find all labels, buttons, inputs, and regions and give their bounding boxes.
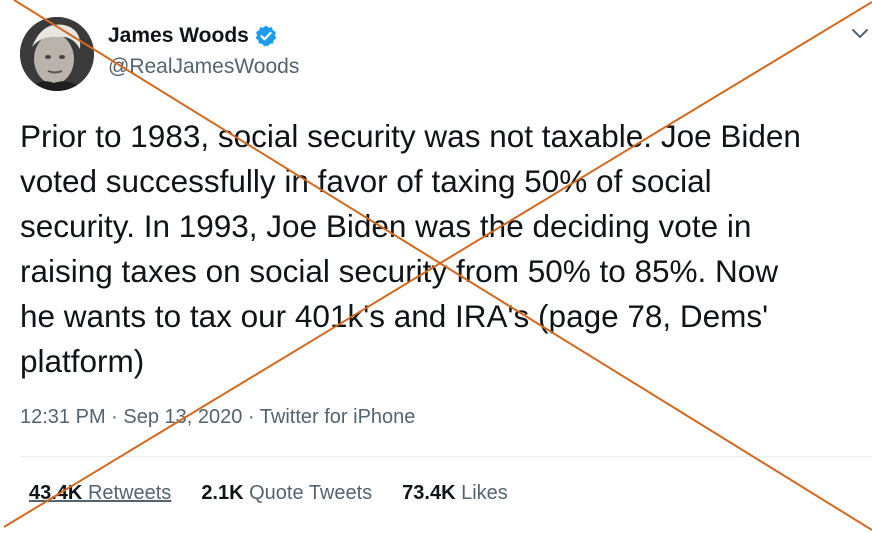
avatar[interactable] [20, 17, 94, 91]
verified-badge-icon [254, 24, 278, 48]
tweet-text: Prior to 1983, social security was not t… [20, 118, 801, 379]
tweet-card: James Woods @RealJamesWoods Prior to 198… [0, 0, 872, 533]
divider [20, 456, 872, 457]
retweets-stat[interactable]: 43.4K Retweets [29, 482, 171, 505]
quote-tweets-stat[interactable]: 2.1K Quote Tweets [201, 482, 372, 505]
likes-label: Likes [461, 482, 508, 504]
chevron-down-icon[interactable] [850, 26, 870, 42]
tweet-timestamp[interactable]: 12:31 PM · Sep 13, 2020 · Twitter for iP… [20, 406, 415, 429]
likes-stat[interactable]: 73.4K Likes [402, 482, 508, 505]
author-name-row[interactable]: James Woods [108, 24, 278, 48]
quote-tweets-label: Quote Tweets [249, 482, 373, 504]
tweet-stats: 43.4K Retweets 2.1K Quote Tweets 73.4K L… [29, 482, 538, 505]
quote-tweets-count: 2.1K [201, 482, 244, 504]
retweets-label: Retweets [87, 482, 172, 504]
likes-count: 73.4K [402, 482, 456, 504]
retweets-count: 43.4K [29, 482, 83, 504]
author-name[interactable]: James Woods [108, 24, 249, 48]
author-handle[interactable]: @RealJamesWoods [108, 55, 299, 79]
